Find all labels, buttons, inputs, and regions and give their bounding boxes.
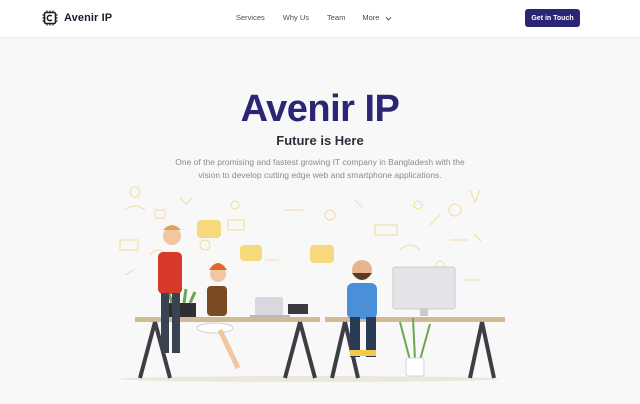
nav-more-dropdown[interactable]: More [362,12,392,24]
office-team-illustration [119,186,505,382]
brand-name: Avenir IP [64,12,113,24]
laptop [250,297,290,318]
person-woman [196,263,241,370]
hero-subtitle: Future is Here [276,133,364,148]
nav-more-label: More [362,13,380,22]
speech-bubbles [197,220,334,263]
hero-description: One of the promising and fastest growing… [175,157,465,180]
main-nav: Services Why Us Team More [236,12,392,24]
imac-monitor [392,266,456,316]
nav-services-link[interactable]: Services [236,12,265,24]
plant-right [399,317,431,377]
hero-title: Avenir IP [240,88,400,130]
chip-c-logo-icon [42,10,58,26]
top-navbar: Avenir IP Services Why Us Team More Get … [0,0,640,38]
brand-link[interactable]: Avenir IP [42,9,112,27]
printer [288,304,308,314]
chevron-down-icon [385,16,392,20]
floor-line [120,376,500,382]
person-standing [158,225,182,353]
nav-why-us-link[interactable]: Why Us [283,12,309,24]
nav-team-link[interactable]: Team [327,12,345,24]
person-bearded [347,260,377,357]
get-in-touch-button[interactable]: Get in Touch [525,9,580,27]
